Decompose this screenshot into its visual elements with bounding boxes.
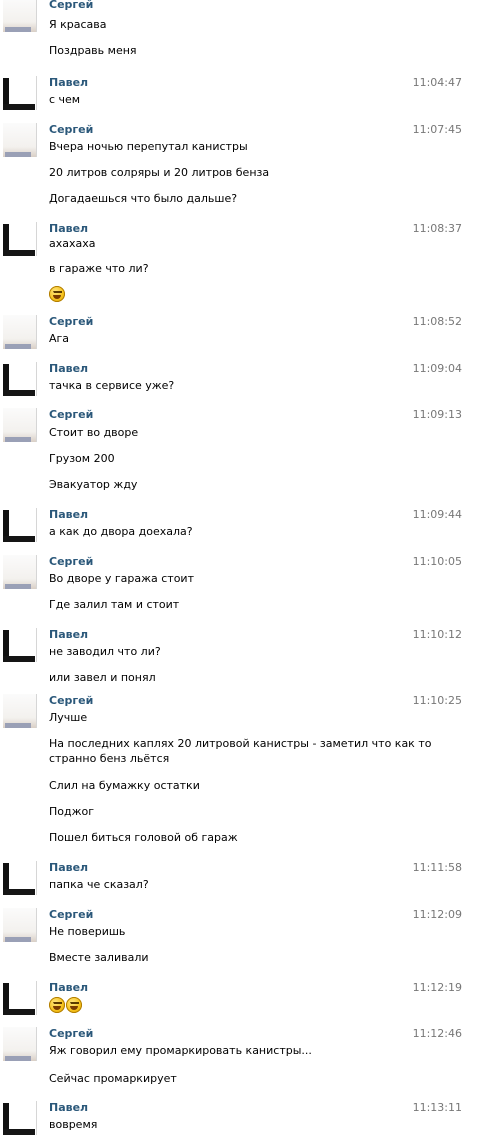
message-time: 11:08:52	[412, 315, 462, 328]
avatar[interactable]	[3, 694, 37, 728]
message-text: Не поверишь	[49, 925, 126, 938]
message-text: Пошел биться головой об гараж	[49, 831, 238, 844]
message-time: 11:10:12	[412, 628, 462, 641]
avatar[interactable]	[3, 408, 37, 442]
author-name[interactable]: Павел	[49, 1101, 88, 1115]
laughing-face-icon	[49, 997, 65, 1013]
message-text: Эвакуатор жду	[49, 478, 138, 491]
message-text: Во дворе у гаража стоит	[49, 572, 194, 585]
author-name[interactable]: Сергей	[49, 315, 93, 329]
message-time: 11:09:44	[412, 508, 462, 521]
avatar[interactable]	[3, 908, 37, 942]
message-text: папка че сказал?	[49, 878, 149, 891]
message-text: Поздравь меня	[49, 44, 137, 57]
message-history: Сергей Я красава Поздравь меня Павел 11:04:4…	[0, 0, 482, 1137]
message-text: 20 литров солряры и 20 литров бенза	[49, 166, 270, 179]
avatar[interactable]	[3, 1027, 37, 1061]
message-text: Поджог	[49, 805, 95, 818]
avatar[interactable]	[3, 76, 37, 110]
message-text: не заводил что ли?	[49, 645, 161, 658]
author-name[interactable]: Сергей	[49, 1027, 93, 1041]
avatar[interactable]	[3, 555, 37, 589]
message-text: Стоит во дворе	[49, 426, 139, 439]
avatar[interactable]	[3, 0, 37, 32]
author-name[interactable]: Павел	[49, 222, 88, 236]
message-time: 11:08:37	[412, 222, 462, 235]
author-name[interactable]: Сергей	[49, 694, 93, 708]
message-text: Я красава	[49, 18, 107, 31]
author-name[interactable]: Сергей	[49, 908, 93, 922]
message-time: 11:11:58	[412, 861, 462, 874]
message-text: Сейчас промаркирует	[49, 1072, 177, 1085]
avatar[interactable]	[3, 123, 37, 157]
avatar[interactable]	[3, 1101, 37, 1135]
author-name[interactable]: Сергей	[49, 0, 93, 12]
message-time: 11:12:09	[412, 908, 462, 921]
author-name[interactable]: Павел	[49, 76, 88, 90]
message-time: 11:13:11	[412, 1101, 462, 1114]
message-text: Догадаешься что было дальше?	[49, 192, 238, 205]
message-text: На последних каплях 20 литровой канистры…	[49, 737, 432, 750]
message-text: а как до двора доехала?	[49, 525, 193, 538]
author-name[interactable]: Павел	[49, 981, 88, 995]
message-text: странно бенз льётся	[49, 752, 170, 765]
avatar[interactable]	[3, 508, 37, 542]
message-text: Лучше	[49, 711, 88, 724]
message-text: Грузом 200	[49, 452, 115, 465]
laughing-face-icon	[66, 997, 82, 1013]
author-name[interactable]: Сергей	[49, 408, 93, 422]
message-text: с чем	[49, 93, 81, 106]
avatar[interactable]	[3, 362, 37, 396]
message-text: тачка в сервисе уже?	[49, 379, 175, 392]
message-time: 11:09:04	[412, 362, 462, 375]
author-name[interactable]: Павел	[49, 508, 88, 522]
author-name[interactable]: Павел	[49, 861, 88, 875]
message-time: 11:12:19	[412, 981, 462, 994]
message-text: вовремя	[49, 1118, 98, 1131]
message-time: 11:12:46	[412, 1027, 462, 1040]
author-name[interactable]: Павел	[49, 362, 88, 376]
avatar[interactable]	[3, 981, 37, 1015]
message-text: ахахаха	[49, 237, 96, 250]
message-time: 11:07:45	[412, 123, 462, 136]
message-text: Вместе заливали	[49, 951, 149, 964]
author-name[interactable]: Павел	[49, 628, 88, 642]
message-text: Ага	[49, 332, 70, 345]
avatar[interactable]	[3, 315, 37, 349]
author-name[interactable]: Сергей	[49, 555, 93, 569]
message-text: Вчера ночью перепутал канистры	[49, 140, 248, 153]
message-text: Где залил там и стоит	[49, 598, 180, 611]
avatar[interactable]	[3, 222, 37, 256]
message-text: в гараже что ли?	[49, 262, 149, 275]
laughing-face-icon	[49, 286, 65, 302]
author-name[interactable]: Сергей	[49, 123, 93, 137]
message-time: 11:10:05	[412, 555, 462, 568]
message-text: Яж говорил ему промаркировать канистры..…	[49, 1044, 312, 1057]
message-time: 11:09:13	[412, 408, 462, 421]
message-time: 11:10:25	[412, 694, 462, 707]
avatar[interactable]	[3, 861, 37, 895]
message-text: Слил на бумажку остатки	[49, 779, 200, 792]
message-text: или завел и понял	[49, 671, 156, 684]
message-time: 11:04:47	[412, 76, 462, 89]
avatar[interactable]	[3, 628, 37, 662]
